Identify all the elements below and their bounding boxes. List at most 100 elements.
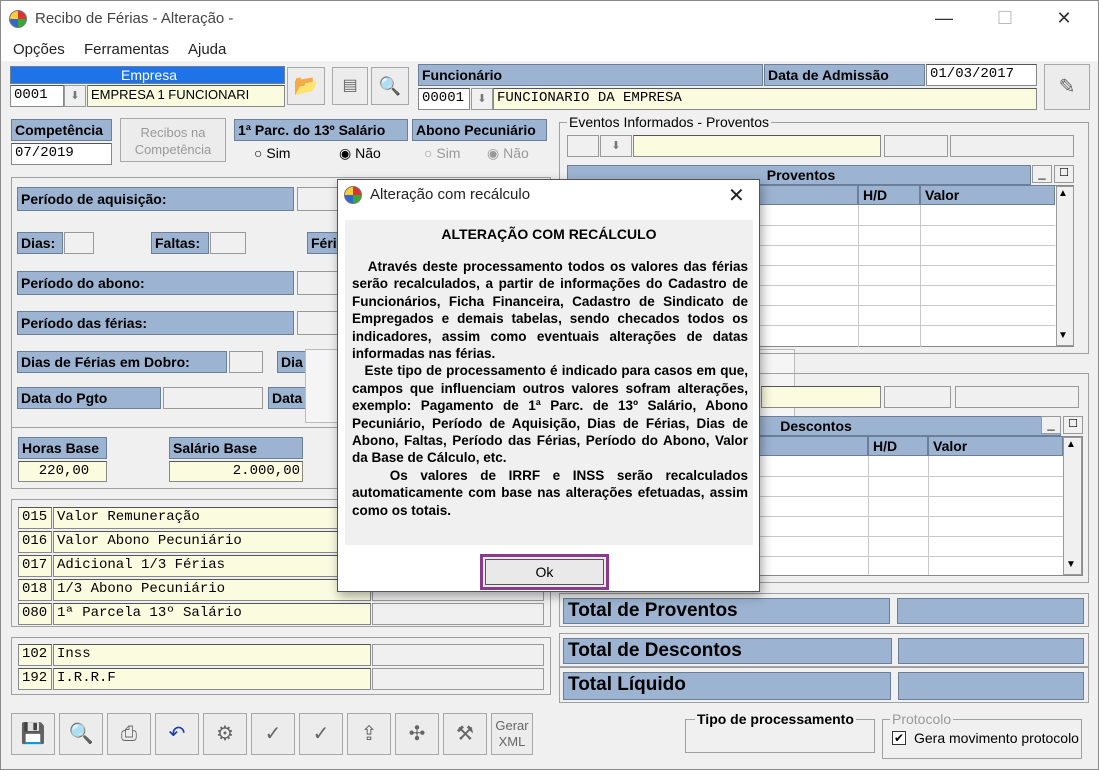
- scroll-up-icon[interactable]: ▲: [1066, 439, 1076, 450]
- periodo-aquisicao-field[interactable]: [297, 187, 341, 211]
- ok-button[interactable]: Ok: [480, 554, 609, 590]
- periodo-abono-field[interactable]: [297, 271, 341, 295]
- scroll-up-icon[interactable]: ▲: [1058, 188, 1068, 199]
- open-folder-icon[interactable]: 📂: [287, 67, 325, 105]
- gera-protocolo-checkbox[interactable]: ✔: [892, 731, 906, 745]
- confirm-icon[interactable]: ✓: [251, 713, 295, 755]
- horas-base-field[interactable]: 220,00: [18, 461, 107, 482]
- title-bar: Recibo de Férias - Alteração - — ☐ ✕: [1, 1, 1098, 37]
- scroll-down-icon[interactable]: ▼: [1058, 330, 1068, 341]
- competencia-field[interactable]: 07/2019: [11, 143, 112, 165]
- total-proventos-label: Total de Proventos: [563, 598, 890, 624]
- evento-code[interactable]: 018: [18, 579, 52, 601]
- descontos-minimize-icon[interactable]: _: [1041, 416, 1061, 434]
- evento-value[interactable]: [372, 603, 544, 625]
- evento-code[interactable]: 080: [18, 603, 52, 625]
- evento-desc[interactable]: Valor Remuneração: [53, 507, 371, 529]
- admissao-field[interactable]: 01/03/2017: [926, 64, 1037, 86]
- evento-desc[interactable]: 1/3 Abono Pecuniário: [53, 579, 371, 601]
- periodo-ferias-label: Período das férias:: [17, 311, 294, 335]
- minimize-icon[interactable]: —: [929, 7, 959, 31]
- evento-desc[interactable]: Valor Abono Pecuniário: [53, 531, 371, 553]
- descontos-scrollbar[interactable]: [1063, 437, 1082, 575]
- proventos-col-valor: Valor: [920, 185, 1055, 205]
- scroll-down-icon[interactable]: ▼: [1066, 559, 1076, 570]
- edit-employee-icon[interactable]: ✎: [1044, 64, 1090, 110]
- grid-line: [858, 205, 859, 347]
- radio-empty-icon: ○: [254, 145, 267, 161]
- faltas-field[interactable]: [210, 232, 246, 254]
- desconto-desc-input[interactable]: [761, 386, 881, 408]
- undo-icon[interactable]: ↶: [155, 713, 199, 755]
- radio-empty-icon: ○: [424, 145, 437, 161]
- evento-desc[interactable]: 1ª Parcela 13º Salário: [53, 603, 371, 625]
- gerar-xml-button[interactable]: Gerar XML: [491, 713, 533, 755]
- evento-code[interactable]: 015: [18, 507, 52, 529]
- provento-valor-field[interactable]: [950, 135, 1074, 157]
- evento-desc[interactable]: Adicional 1/3 Férias: [53, 555, 371, 577]
- radio-checked-icon: ◉: [487, 145, 504, 161]
- funcionario-name-field[interactable]: FUNCIONARIO DA EMPRESA: [493, 88, 1037, 110]
- eventos-proventos-legend: Eventos Informados - Proventos: [567, 114, 771, 130]
- parc13-nao-radio[interactable]: ◉ Não: [339, 145, 381, 162]
- parc13-nao-label: Não: [355, 145, 381, 161]
- dialog-body: ALTERAÇÃO COM RECÁLCULO Através deste pr…: [345, 220, 753, 545]
- evento-code[interactable]: 016: [18, 531, 52, 553]
- faltas-label: Faltas:: [151, 232, 209, 254]
- funcionario-code-field[interactable]: 00001: [418, 88, 470, 110]
- grid-line: [868, 456, 869, 575]
- empresa-lookup-icon[interactable]: ⬇: [64, 85, 86, 107]
- evento-code[interactable]: 017: [18, 555, 52, 577]
- maximize-icon[interactable]: ☐: [990, 7, 1020, 31]
- abono-nao-radio[interactable]: ◉ Não: [487, 145, 529, 162]
- menu-ferramentas[interactable]: Ferramentas: [84, 41, 169, 58]
- desconto-value[interactable]: [372, 644, 544, 666]
- desconto-code[interactable]: 192: [18, 668, 52, 690]
- descontos-maximize-icon[interactable]: ☐: [1063, 416, 1083, 434]
- data-pgto-field[interactable]: [163, 387, 263, 409]
- process-icon[interactable]: ✣: [395, 713, 439, 755]
- export-icon[interactable]: ⇪: [347, 713, 391, 755]
- close-icon[interactable]: ✕: [1049, 7, 1079, 31]
- search-doc-icon[interactable]: 🔍: [371, 67, 409, 105]
- protocolo-legend: Protocolo: [890, 711, 954, 727]
- funcionario-lookup-icon[interactable]: ⬇: [471, 88, 493, 110]
- search-icon[interactable]: 🔍: [59, 713, 103, 755]
- provento-code-field[interactable]: [567, 135, 599, 157]
- salario-base-field[interactable]: 2.000,00: [169, 461, 303, 482]
- abono-nao-label: Não: [503, 145, 529, 161]
- desconto-desc[interactable]: Inss: [53, 644, 371, 666]
- desconto-value[interactable]: [372, 668, 544, 690]
- empresa-name-field[interactable]: EMPRESA 1 FUNCIONARI: [87, 85, 285, 107]
- desconto-hd-input[interactable]: [884, 386, 951, 408]
- competencia-label: Competência: [11, 119, 112, 141]
- proventos-minimize-icon[interactable]: _: [1032, 165, 1052, 183]
- check-icon[interactable]: ✓: [299, 713, 343, 755]
- dialog-close-icon[interactable]: ✕: [728, 183, 745, 208]
- dias-dobro-field[interactable]: [229, 351, 263, 373]
- window-title: Recibo de Férias - Alteração -: [35, 10, 234, 27]
- delete-icon[interactable]: ⚙: [203, 713, 247, 755]
- abono-sim-radio[interactable]: ○ Sim: [424, 145, 460, 161]
- provento-hd-field[interactable]: [884, 135, 948, 157]
- empresa-code-field[interactable]: 0001: [10, 85, 64, 107]
- tools-icon[interactable]: ⚒: [443, 713, 487, 755]
- admissao-label: Data de Admissão: [764, 64, 925, 86]
- periodo-ferias-field[interactable]: [297, 311, 341, 335]
- desconto-desc[interactable]: I.R.R.F: [53, 668, 371, 690]
- dias-field[interactable]: [64, 232, 94, 254]
- desconto-valor-input[interactable]: [955, 386, 1079, 408]
- proventos-maximize-icon[interactable]: ☐: [1054, 165, 1074, 183]
- provento-lookup-icon[interactable]: ⬇: [600, 135, 632, 157]
- print-icon[interactable]: ⎙: [107, 713, 151, 755]
- proventos-scrollbar[interactable]: [1056, 186, 1074, 346]
- salario-base-label: Salário Base: [169, 437, 303, 459]
- recibos-competencia-button[interactable]: Recibos na Competência: [120, 118, 226, 162]
- parc13-sim-radio[interactable]: ○ Sim: [254, 145, 290, 161]
- provento-desc-field[interactable]: [633, 135, 881, 157]
- report-icon[interactable]: ▤: [332, 67, 368, 105]
- menu-opcoes[interactable]: Opções: [13, 41, 65, 58]
- desconto-code[interactable]: 102: [18, 644, 52, 666]
- save-icon[interactable]: 💾: [11, 713, 55, 755]
- menu-ajuda[interactable]: Ajuda: [188, 41, 226, 58]
